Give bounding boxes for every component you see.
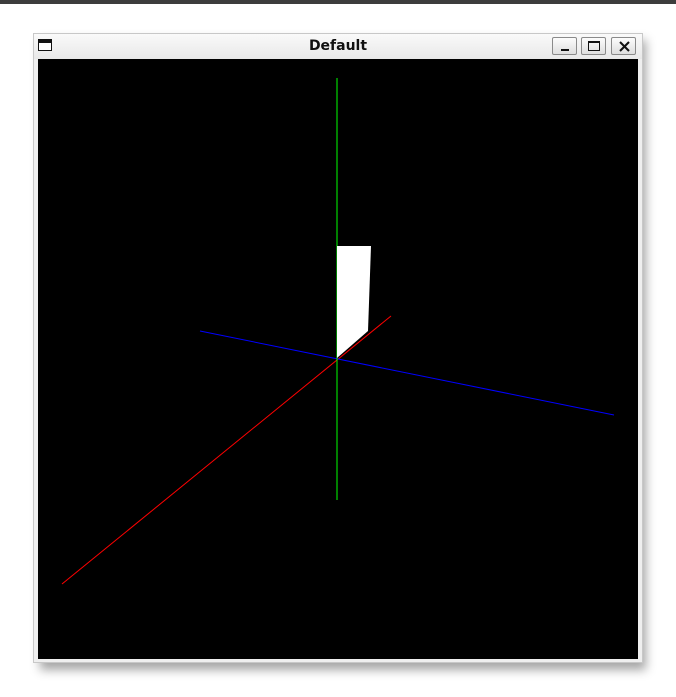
close-button[interactable] bbox=[611, 37, 636, 55]
application-window: Default bbox=[33, 33, 643, 663]
desktop-top-bar bbox=[0, 0, 676, 4]
title-bar[interactable]: Default bbox=[34, 34, 642, 59]
rendered-quad bbox=[337, 246, 371, 358]
z-axis-line bbox=[199, 330, 615, 416]
scene-canvas bbox=[61, 78, 615, 585]
x-axis-line bbox=[61, 315, 392, 585]
window-title: Default bbox=[308, 38, 368, 54]
minimize-button[interactable] bbox=[552, 37, 577, 55]
maximize-icon bbox=[588, 41, 600, 51]
close-icon bbox=[619, 41, 630, 52]
maximize-button[interactable] bbox=[581, 37, 606, 55]
render-viewport[interactable] bbox=[38, 59, 638, 659]
minimize-icon bbox=[561, 49, 569, 51]
